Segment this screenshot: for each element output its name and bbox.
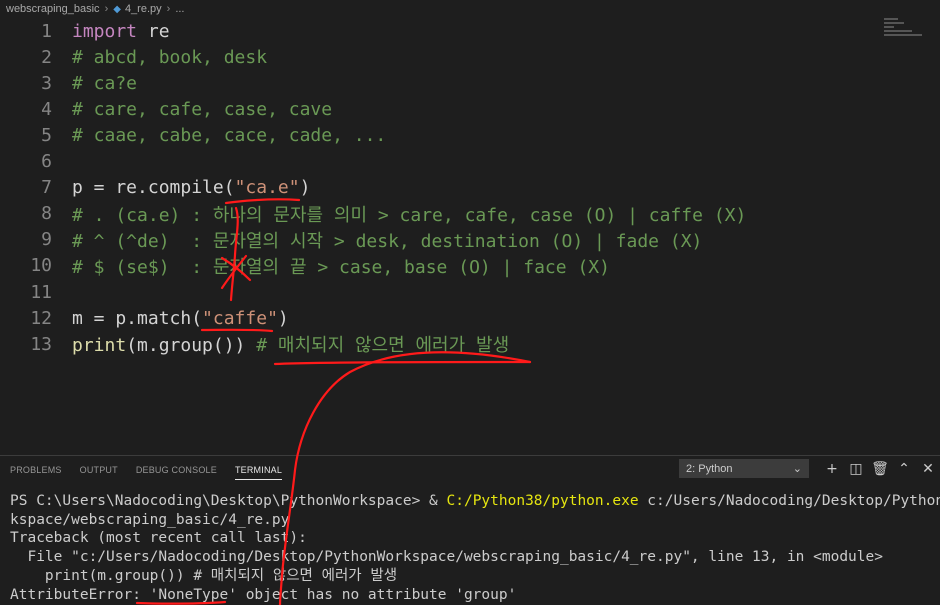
code-line[interactable]: 6 [0, 149, 880, 175]
code-text: # ^ (^de) : 문자열의 시작 > desk, destination … [72, 227, 702, 253]
terminal-text: Traceback (most recent call last): [10, 530, 307, 547]
minimap[interactable] [884, 18, 934, 44]
line-number: 5 [41, 124, 52, 146]
terminal-text: AttributeError: 'NoneType' object has no… [10, 586, 517, 603]
code-text: # abcd, book, desk [72, 47, 267, 68]
bottom-panel: PROBLEMS OUTPUT DEBUG CONSOLE TERMINAL 2: P… [0, 455, 940, 605]
code-text: p = re.compile("ca.e") [72, 177, 310, 198]
tab-debug-console[interactable]: DEBUG CONSOLE [136, 459, 217, 479]
breadcrumb-folder[interactable]: webscraping_basic [6, 3, 100, 15]
terminal-select[interactable]: 2: Python ⌄ [679, 459, 809, 478]
code-text: m = p.match("caffe") [72, 308, 289, 329]
line-number: 13 [30, 333, 52, 355]
line-number: 10 [30, 255, 52, 277]
panel-tabs: PROBLEMS OUTPUT DEBUG CONSOLE TERMINAL [0, 456, 290, 482]
code-line[interactable]: 11 [0, 279, 880, 305]
terminal-text: print(m.group()) # 매치되지 않으면 에러가 발생 [10, 567, 398, 584]
terminal-select-value: 2: Python [686, 462, 733, 475]
code-text: # care, cafe, case, cave [72, 99, 332, 120]
breadcrumb: webscraping_basic › ◆ 4_re.py › ... [0, 0, 940, 18]
terminal-line: Traceback (most recent call last): [10, 529, 935, 548]
code-token: # . (ca.e) : 하나의 문자를 의미 > care, cafe, ca… [72, 204, 747, 226]
tab-problems[interactable]: PROBLEMS [10, 459, 62, 479]
line-number: 2 [41, 46, 52, 68]
terminal-text: c:/Users/Nadocoding/Desktop/PythonWor [638, 493, 940, 509]
terminal-output[interactable]: PS C:\Users\Nadocoding\Desktop\PythonWor… [10, 492, 940, 605]
terminal-text: File "c:/Users/Nadocoding/Desktop/Python… [10, 549, 883, 566]
trash-icon[interactable]: 🗑 [868, 459, 892, 479]
line-number: 11 [30, 281, 52, 303]
close-icon[interactable]: ✕ [916, 459, 940, 479]
line-number: 9 [41, 229, 52, 251]
chevron-right-icon: › [104, 3, 109, 15]
code-line[interactable]: 13 print(m.group()) # 매치되지 않으면 에러가 발생 [0, 331, 880, 357]
code-line[interactable]: 5 # caae, cabe, cace, cade, ... [0, 122, 880, 148]
chevron-right-icon: › [166, 3, 171, 15]
code-line[interactable]: 10 # $ (se$) : 문자열의 끝 > case, base (O) | … [0, 253, 880, 279]
code-token: m = p.match( [72, 307, 203, 329]
line-number: 12 [30, 307, 52, 329]
terminal-text: C:/Python38/python.exe [446, 493, 639, 509]
plus-icon[interactable]: + [820, 459, 844, 479]
code-line[interactable]: 7 p = re.compile("ca.e") [0, 175, 880, 201]
code-token: p = re.compile( [72, 177, 235, 199]
code-text: # ca?e [72, 73, 137, 94]
code-line[interactable]: 9 # ^ (^de) : 문자열의 시작 > desk, destination… [0, 227, 880, 253]
panel-actions: + ◫ 🗑 ⌃ ✕ [820, 459, 940, 479]
code-token: # caae, cabe, cace, cade, ... [72, 124, 387, 146]
code-line[interactable]: 1 import re [0, 18, 880, 44]
terminal-line: AttributeError: 'NoneType' object has no… [10, 586, 935, 605]
code-line[interactable]: 2 # abcd, book, desk [0, 44, 880, 70]
tab-terminal[interactable]: TERMINAL [234, 459, 283, 480]
line-number: 4 [41, 98, 52, 120]
breadcrumb-file[interactable]: 4_re.py [125, 3, 162, 15]
code-token: ) [299, 177, 311, 199]
code-token: # ^ (^de) : 문자열의 시작 > desk, destination … [72, 230, 703, 252]
code-line[interactable]: 12 m = p.match("caffe") [0, 305, 880, 331]
code-token: re [137, 20, 170, 42]
python-file-icon: ◆ [113, 3, 121, 15]
code-text: print(m.group()) # 매치되지 않으면 에러가 발생 [72, 331, 509, 357]
code-token: # abcd, book, desk [72, 46, 268, 68]
tab-output[interactable]: OUTPUT [80, 459, 118, 479]
terminal-line: PS C:\Users\Nadocoding\Desktop\PythonWor… [10, 492, 940, 511]
line-number: 6 [41, 151, 52, 172]
code-editor[interactable]: 1 import re 2 # abcd, book, desk 3 # ca?e 4 # c… [0, 18, 940, 455]
code-token: # 매치되지 않으면 에러가 발생 [256, 335, 510, 357]
terminal-line: kspace/webscraping_basic/4_re.py [10, 511, 935, 530]
code-token: (m.group()) [126, 335, 257, 357]
code-token: import [72, 20, 138, 42]
code-token: # $ (se$) : 문자열의 끝 > case, base (O) | fa… [72, 256, 610, 278]
code-token: # care, cafe, case, cave [72, 98, 333, 120]
code-text: # $ (se$) : 문자열의 끝 > case, base (O) | fa… [72, 253, 610, 279]
chevron-up-icon[interactable]: ⌃ [892, 459, 916, 479]
terminal-text: PS C:\Users\Nadocoding\Desktop\PythonWor… [10, 493, 447, 509]
code-token: "ca.e" [234, 177, 300, 199]
breadcrumb-more[interactable]: ... [175, 3, 184, 15]
code-text: # caae, cabe, cace, cade, ... [72, 125, 386, 146]
split-terminal-icon[interactable]: ◫ [844, 459, 868, 479]
code-token: ) [277, 307, 289, 329]
terminal-line: File "c:/Users/Nadocoding/Desktop/Python… [10, 548, 935, 567]
line-number: 3 [41, 72, 52, 94]
code-text: # . (ca.e) : 하나의 문자를 의미 > care, cafe, ca… [72, 201, 746, 227]
line-number: 7 [41, 177, 52, 199]
terminal-text: kspace/webscraping_basic/4_re.py [10, 511, 290, 528]
chevron-down-icon: ⌄ [792, 463, 802, 475]
code-line[interactable]: 4 # care, cafe, case, cave [0, 96, 880, 122]
code-line[interactable]: 8 # . (ca.e) : 하나의 문자를 의미 > care, cafe, c… [0, 201, 880, 227]
code-line[interactable]: 3 # ca?e [0, 70, 880, 96]
code-token: print [72, 335, 127, 357]
code-token: # ca?e [72, 72, 138, 94]
line-number: 8 [41, 203, 52, 225]
code-text: import re [72, 21, 170, 42]
code-token: "caffe" [202, 307, 278, 329]
line-number: 1 [41, 20, 52, 42]
terminal-line: print(m.group()) # 매치되지 않으면 에러가 발생 [10, 567, 935, 586]
